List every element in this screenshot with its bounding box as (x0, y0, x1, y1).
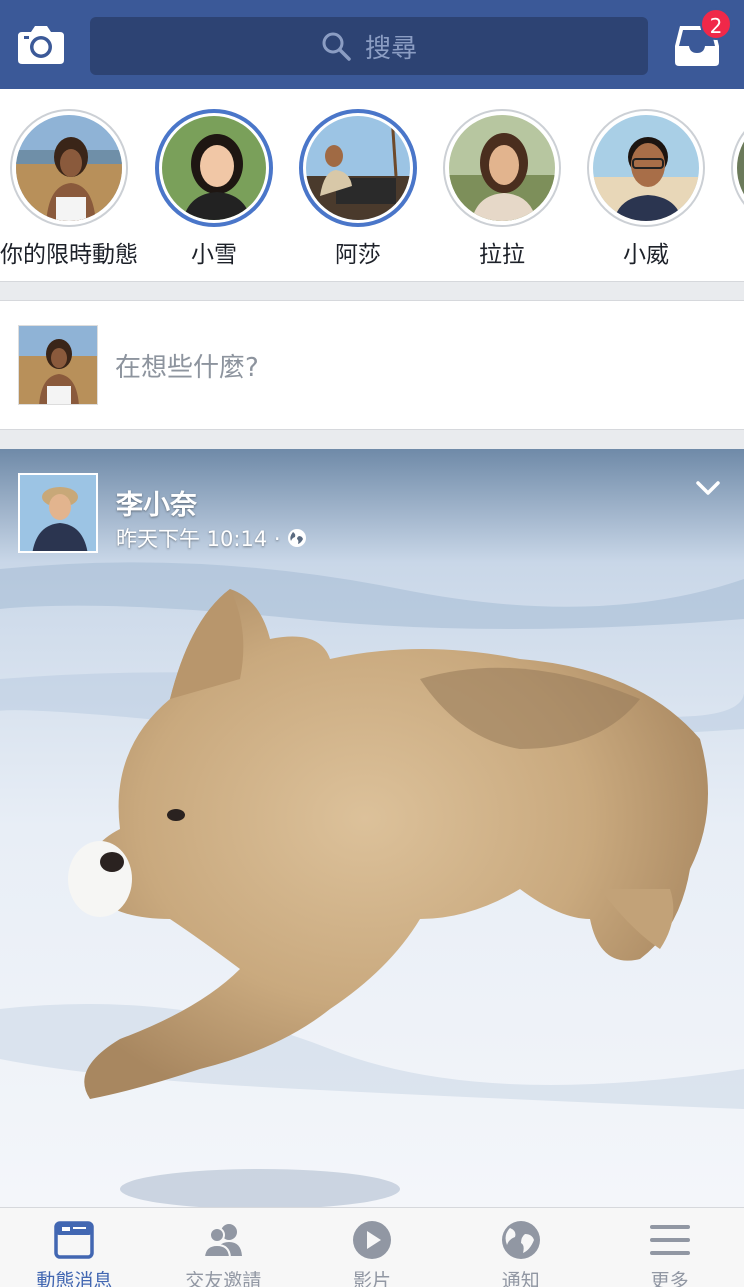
search-icon (322, 32, 351, 61)
news-feed-icon (54, 1221, 95, 1259)
story-ring (443, 109, 561, 227)
tab-more[interactable]: 更多 (595, 1208, 744, 1287)
bottom-tab-bar: 動態消息 交友邀請 影片 通知 更多 (0, 1207, 744, 1287)
top-bar: 搜尋 2 (0, 0, 744, 89)
story-item[interactable]: 拉拉 (427, 109, 577, 269)
story-item[interactable]: 阿莎 (283, 109, 433, 269)
story-name: 阿莎 (335, 242, 381, 268)
tab-friend-requests[interactable]: 交友邀請 (149, 1208, 298, 1287)
story-ring (587, 109, 705, 227)
story-ring-unseen (155, 109, 273, 227)
section-divider (0, 282, 744, 301)
story-item[interactable]: 小威 (571, 109, 721, 269)
menu-icon (649, 1225, 690, 1255)
facebook-app-screen: 搜尋 2 你的限時動態 小雪 阿莎 拉拉 小威 在想些什麼? 李小奈 昨天下午 … (0, 0, 744, 1287)
post-author-avatar[interactable] (18, 473, 98, 553)
tab-notifications[interactable]: 通知 (446, 1208, 595, 1287)
story-item[interactable]: 小雪 (139, 109, 289, 269)
story-photo (449, 115, 555, 221)
tab-label: 更多 (650, 1270, 689, 1287)
composer-prompt[interactable]: 在想些什麼? (115, 347, 259, 384)
status-composer[interactable]: 在想些什麼? (0, 301, 744, 430)
video-play-icon (352, 1221, 391, 1259)
tab-video[interactable]: 影片 (298, 1208, 447, 1287)
story-photo (737, 115, 744, 221)
story-ring-unseen (299, 109, 417, 227)
inbox-badge: 2 (700, 8, 732, 40)
post-author-name[interactable]: 李小奈 (116, 483, 197, 522)
story-ring (731, 109, 744, 227)
friend-requests-icon (203, 1224, 243, 1258)
tab-label: 動態消息 (36, 1270, 113, 1287)
tab-label: 交友邀請 (185, 1270, 262, 1287)
stories-tray: 你的限時動態 小雪 阿莎 拉拉 小威 (0, 89, 744, 282)
camera-icon (18, 26, 64, 64)
story-item[interactable] (715, 109, 744, 227)
tab-label: 影片 (352, 1270, 391, 1287)
search-bar[interactable]: 搜尋 (90, 17, 648, 75)
story-photo (162, 116, 266, 220)
tab-label: 通知 (501, 1270, 540, 1287)
story-ring (10, 109, 128, 227)
feed-post: 李小奈 昨天下午 10:14 · (0, 449, 744, 1207)
tab-news-feed[interactable]: 動態消息 (0, 1208, 149, 1287)
user-avatar (18, 325, 98, 405)
post-meta: 昨天下午 10:14 · (116, 523, 307, 553)
story-name: 小威 (623, 242, 669, 268)
story-photo (16, 115, 122, 221)
story-name: 你的限時動態 (0, 242, 138, 268)
globe-notifications-icon (501, 1221, 540, 1259)
post-timestamp[interactable]: 昨天下午 10:14 · (116, 523, 281, 553)
section-divider (0, 430, 744, 449)
chevron-down-icon[interactable] (692, 477, 724, 501)
camera-button[interactable] (16, 22, 66, 66)
story-name: 拉拉 (479, 242, 525, 268)
globe-icon (287, 529, 306, 547)
post-photo[interactable] (0, 449, 744, 1207)
story-photo (306, 116, 410, 220)
search-placeholder: 搜尋 (364, 33, 417, 64)
story-photo (593, 115, 699, 221)
story-your-story[interactable]: 你的限時動態 (0, 109, 144, 269)
story-name: 小雪 (191, 242, 237, 268)
